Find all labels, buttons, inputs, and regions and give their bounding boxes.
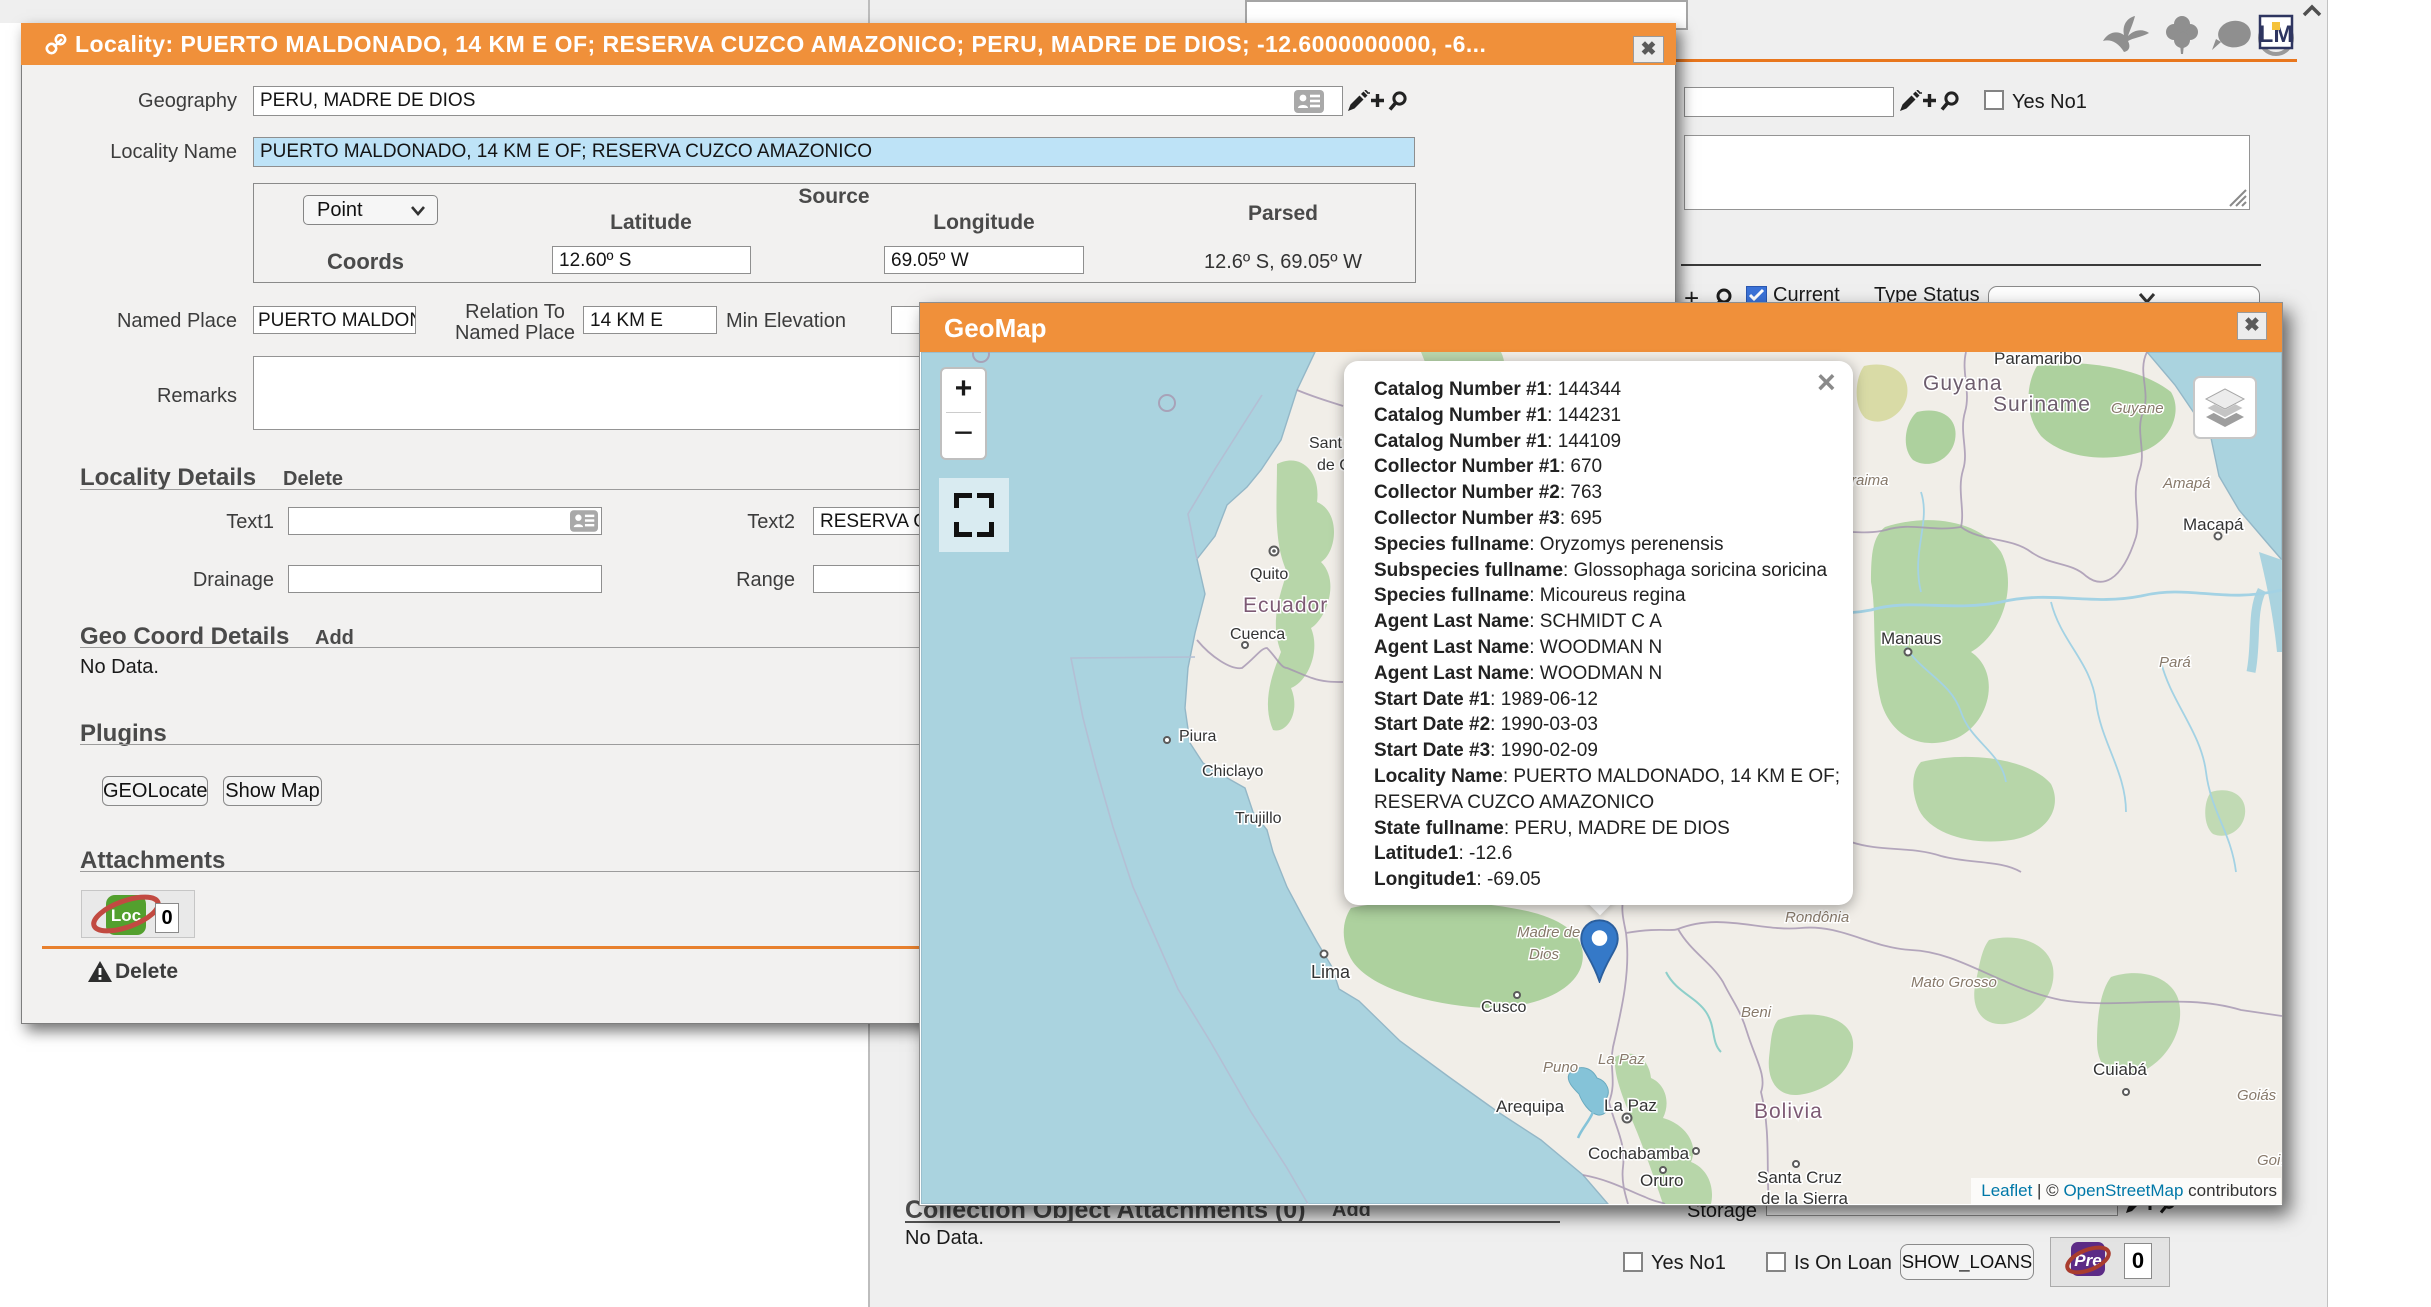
svg-text:Beni: Beni [1741,1004,1772,1021]
svg-text:Goi…: Goi… [2257,1152,2282,1169]
svg-text:Pará: Pará [2159,654,2191,671]
svg-text:Chiclayo: Chiclayo [1202,763,1263,780]
svg-text:raima: raima [1851,472,1889,489]
svg-text:Puno: Puno [1543,1059,1578,1076]
svg-text:Cochabamba: Cochabamba [1588,1144,1690,1163]
svg-text:Macapá: Macapá [2183,515,2244,534]
svg-text:Lima: Lima [1311,962,1351,982]
svg-text:Ecuador: Ecuador [1243,594,1328,617]
svg-text:Cusco: Cusco [1481,999,1526,1016]
svg-text:Rondônia: Rondônia [1785,909,1849,926]
svg-text:Piura: Piura [1179,728,1216,745]
svg-text:Cuenca: Cuenca [1230,626,1285,643]
svg-text:Dios: Dios [1529,946,1560,963]
svg-text:Guyana: Guyana [1923,372,2003,395]
svg-text:Trujillo: Trujillo [1235,810,1282,827]
svg-text:Suriname: Suriname [1993,393,2091,416]
svg-text:de la Sierra: de la Sierra [1761,1189,1848,1204]
svg-text:Quito: Quito [1250,566,1288,583]
svg-text:Sant: Sant [1309,435,1342,452]
svg-text:Mato Grosso: Mato Grosso [1911,974,1997,991]
svg-text:Cuiabá: Cuiabá [2093,1060,2147,1079]
svg-text:Manaus: Manaus [1881,629,1941,648]
svg-text:Santa Cruz: Santa Cruz [1757,1168,1842,1187]
svg-text:Madre de: Madre de [1517,924,1580,941]
svg-text:La Paz: La Paz [1598,1051,1645,1068]
svg-text:Paramaribo: Paramaribo [1994,352,2082,368]
svg-text:Amapá: Amapá [2162,475,2211,492]
svg-text:La Paz: La Paz [1604,1096,1657,1115]
svg-text:Oruro: Oruro [1640,1171,1683,1190]
svg-text:Arequipa: Arequipa [1496,1097,1565,1116]
svg-text:Bolivia: Bolivia [1754,1100,1823,1123]
svg-text:Goiás: Goiás [2237,1087,2277,1104]
svg-text:Guyane: Guyane [2111,400,2164,417]
